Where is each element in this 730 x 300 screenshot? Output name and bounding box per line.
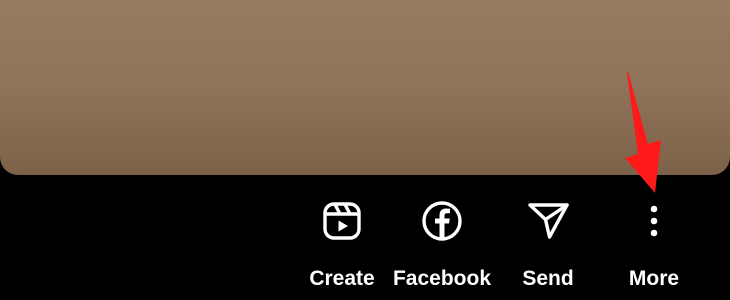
send-button[interactable]: Send <box>488 180 608 300</box>
facebook-label: Facebook <box>392 267 492 290</box>
media-preview <box>0 0 730 175</box>
more-button[interactable]: More <box>594 180 714 300</box>
send-label: Send <box>522 267 574 290</box>
share-screen: Create Facebook Send More <box>0 0 730 300</box>
more-label: More <box>628 267 680 290</box>
reels-create-icon <box>318 197 366 245</box>
more-vertical-dots-icon <box>630 197 678 245</box>
facebook-icon <box>418 197 466 245</box>
share-action-bar: Create Facebook Send More <box>0 180 730 300</box>
send-paper-plane-icon <box>524 197 572 245</box>
facebook-button[interactable]: Facebook <box>382 180 502 300</box>
